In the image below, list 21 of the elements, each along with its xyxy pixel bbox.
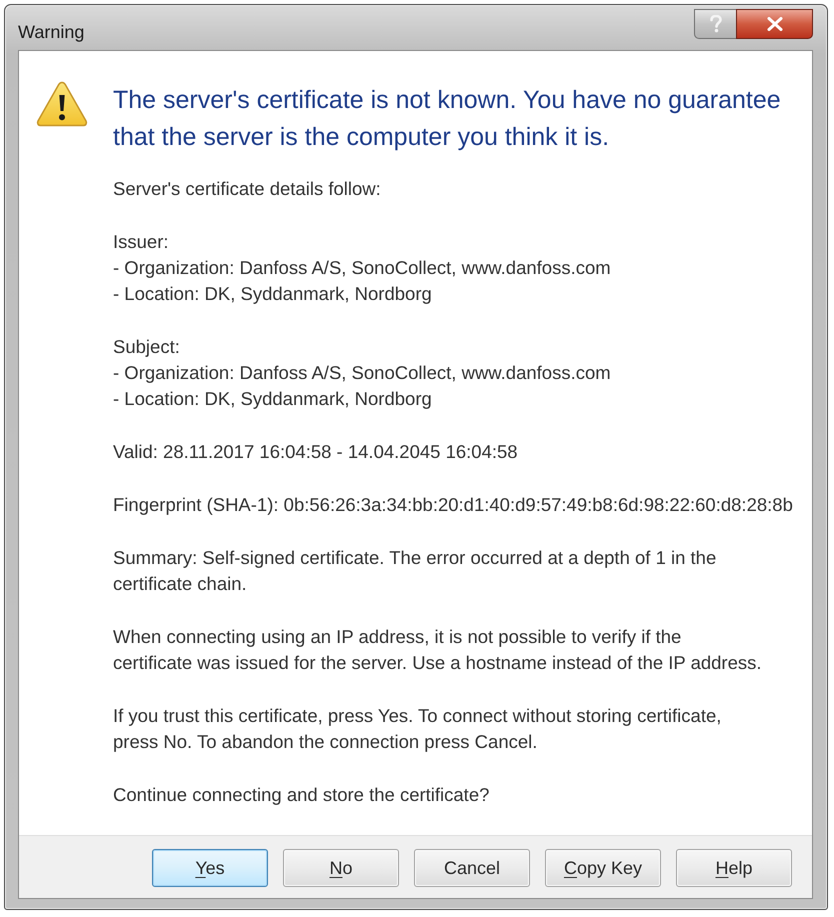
paragraph-text: Server's certificate details follow:: [113, 177, 382, 201]
paragraph-text: Fingerprint (SHA-1): 0b:56:26:3a:34:bb:20:d1:40:d9:57:49:b8:6d:98:22:60:d8:28:8b: [113, 493, 794, 517]
paragraph-text: Valid: 28.11.2017 16:04:58 - 14.04.2045 16:04:58: [113, 440, 519, 464]
dialog-button[interactable]: Help: [676, 849, 792, 887]
dialog-button[interactable]: Copy Key: [545, 849, 661, 887]
close-icon: [766, 17, 782, 31]
paragraph-text: If you trust this certificate, press Yes. To connect without storing certificate, press No. To abandon the connection press Cancel.: [113, 704, 722, 754]
warning-heading: The server's certificate is not known. You have no guarantee that the server is the computer you think it is.: [113, 85, 782, 153]
dialog-button[interactable]: No: [283, 849, 399, 887]
close-button[interactable]: [736, 9, 813, 39]
paragraph-text: Issuer: - Organization: Danfoss A/S, SonoCollect, www.danfoss.com - Location: DK, Syddanmark, Nordborg: [113, 230, 612, 306]
paragraph-text: Subject: - Organization: Danfoss A/S, SonoCollect, www.danfoss.com - Location: DK, Syddanmark, Nordborg: [113, 335, 612, 411]
paragraph-text: Summary: Self-signed certificate. The error occurred at a depth of 1 in the certificate chain.: [113, 546, 718, 596]
help-icon: [710, 15, 722, 33]
paragraph-text: Continue connecting and store the certificate?: [113, 783, 490, 807]
dialog-button[interactable]: Cancel: [414, 849, 530, 887]
window-title: Warning: [18, 22, 84, 43]
warning-icon: [36, 81, 88, 127]
help-button[interactable]: [694, 9, 736, 39]
dialog-button[interactable]: Yes: [152, 849, 268, 887]
paragraph-text: When connecting using an IP address, it is not possible to verify if the certificate was issued for the server. Use a hostname instead of the IP address.: [113, 625, 763, 675]
